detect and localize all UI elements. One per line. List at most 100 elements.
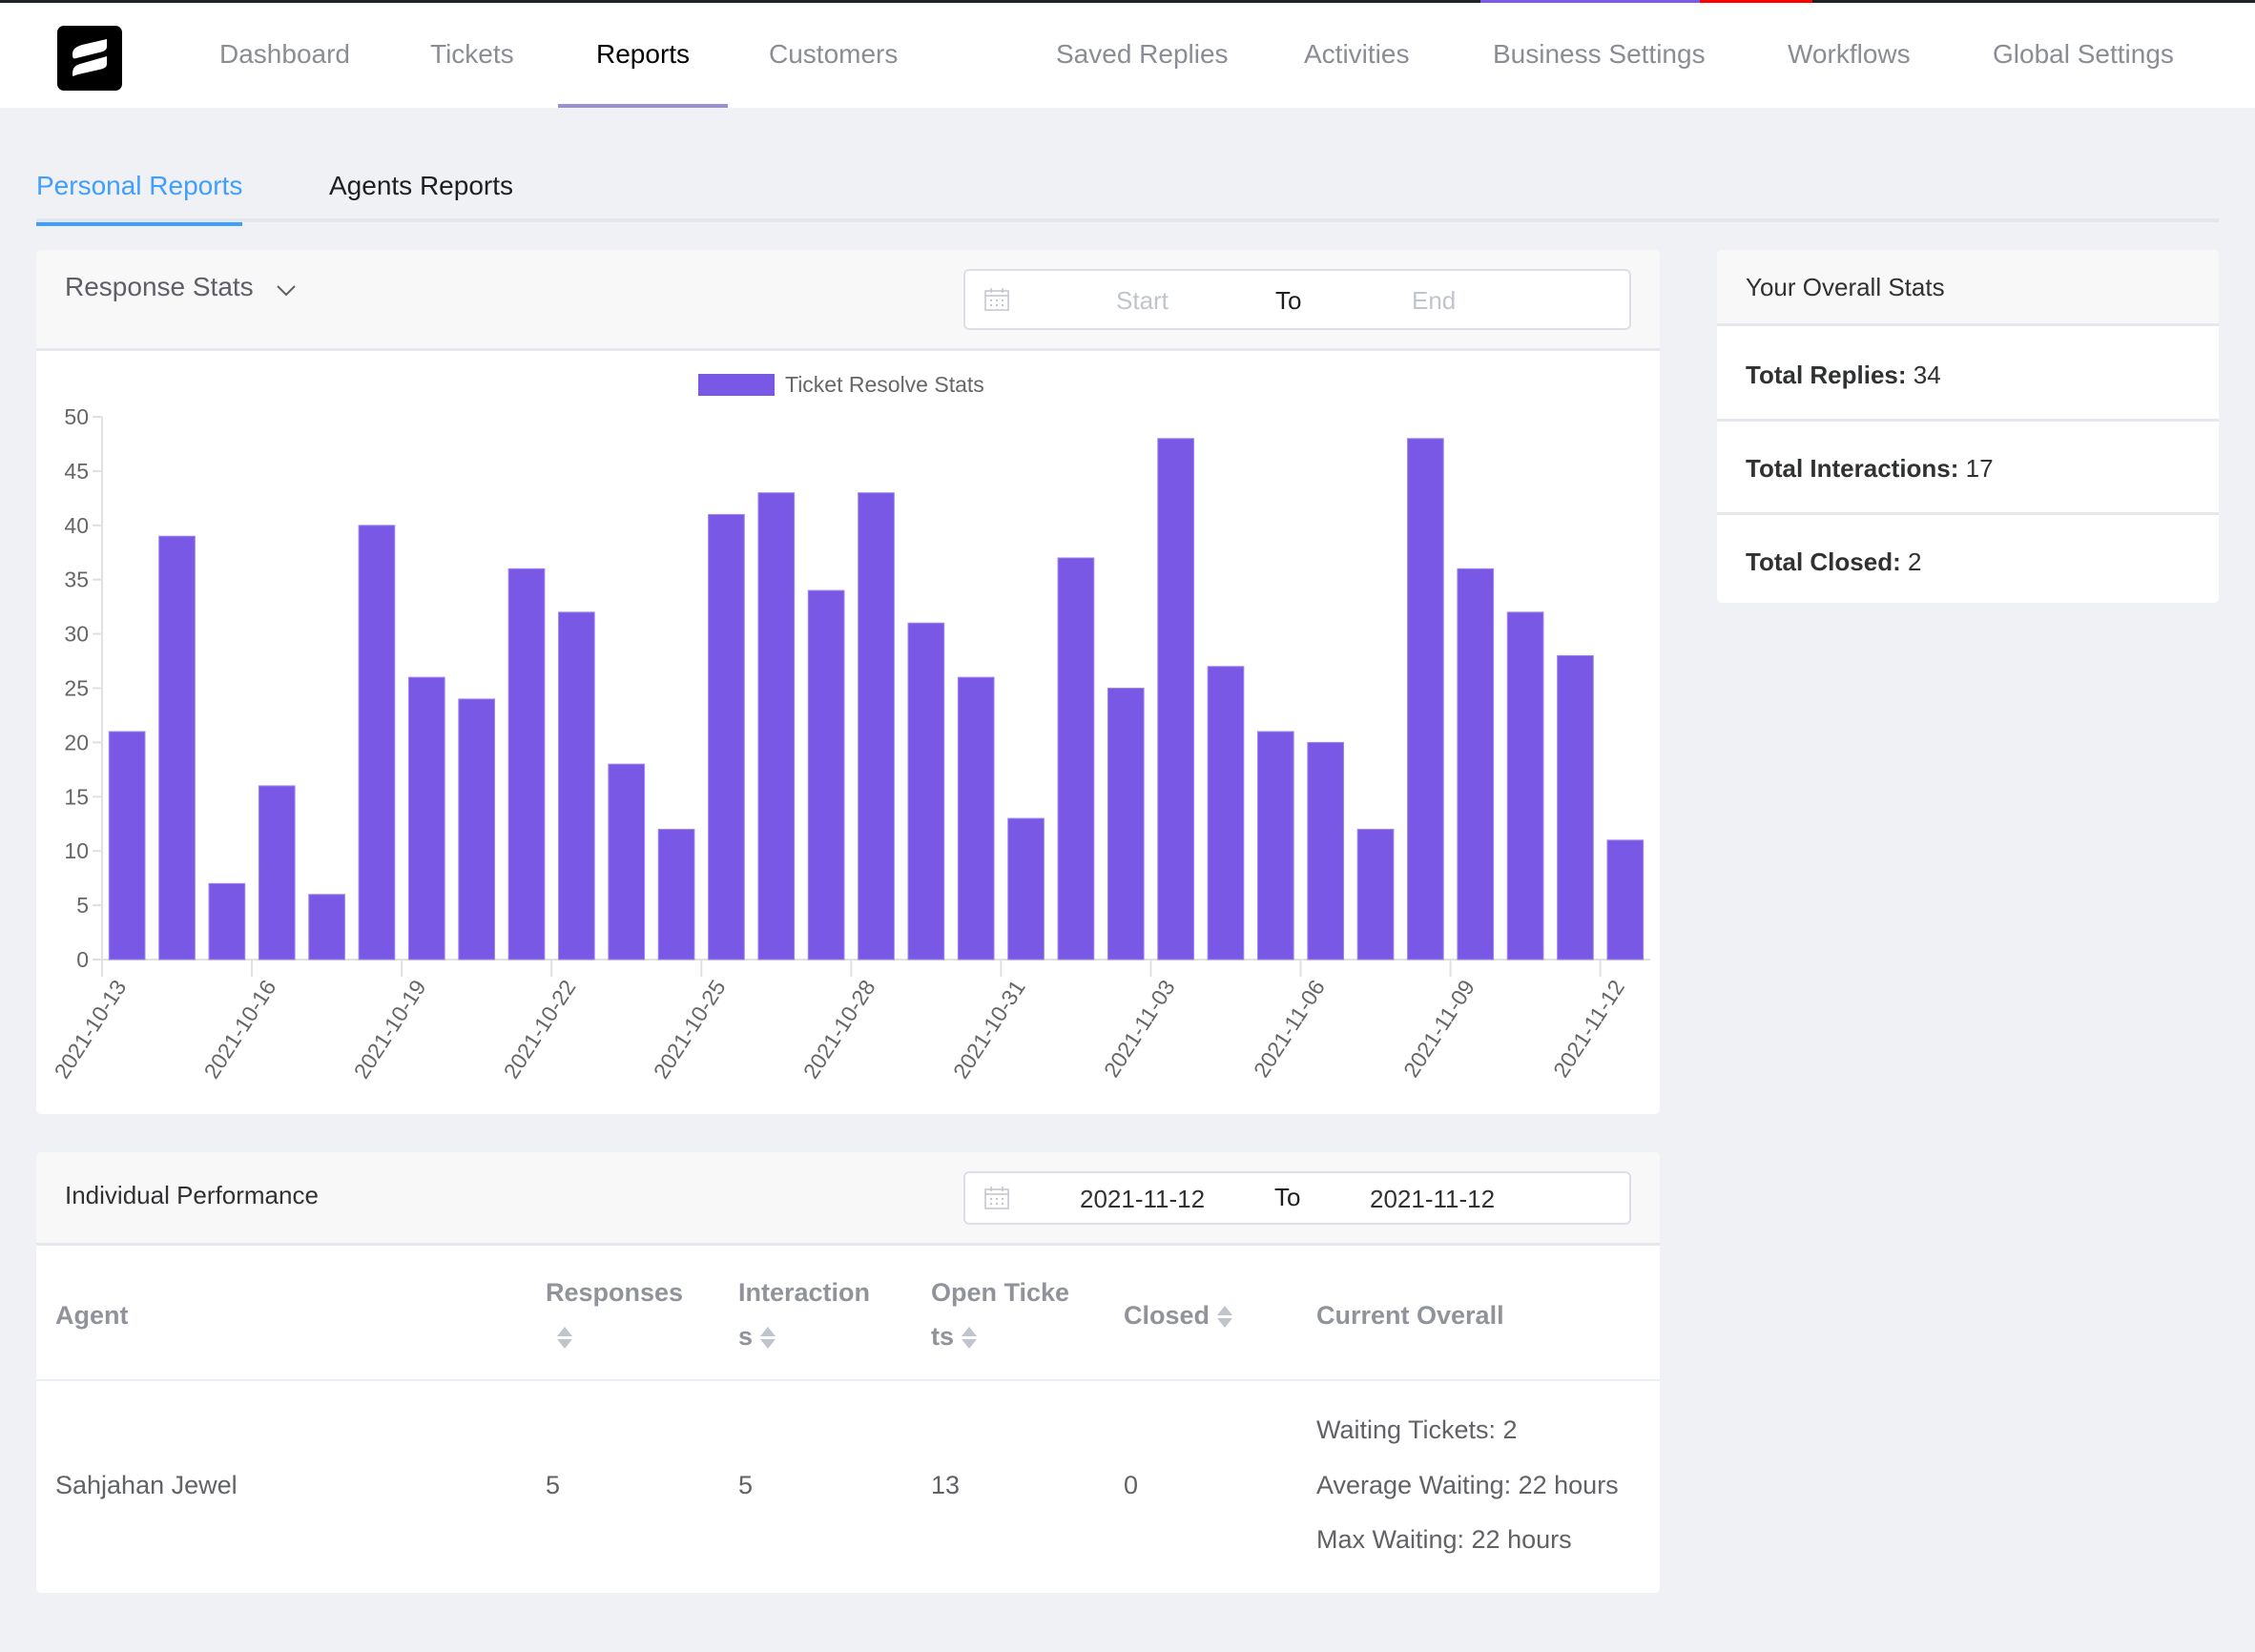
end-date-input[interactable]: End [1412,286,1456,316]
x-tick-label: 2021-10-31 [948,976,1030,1084]
bar [1307,741,1345,960]
tab-agents-reports[interactable]: Agents Reports [329,153,513,222]
column-header-closed[interactable]: Closed [1124,1293,1233,1337]
column-label: Agent [55,1301,129,1330]
stat-label: Total Interactions: [1746,454,1959,483]
cell-interactions: 5 [738,1471,754,1499]
stat-total-replies: Total Replies: 34 [1717,328,2219,422]
performance-date-range[interactable]: 2021-11-12 To 2021-11-12 [963,1171,1631,1225]
nav-global-settings[interactable]: Global Settings [1993,3,2174,108]
calendar-icon [984,1187,1009,1209]
y-tick-label: 40 [64,513,89,538]
response-stats-date-range[interactable]: Start To End [963,269,1631,330]
bar [907,622,945,960]
bar [507,568,546,960]
cell-max-waiting: Max Waiting: 22 hours [1316,1525,1572,1554]
column-label: Current Overall [1316,1301,1504,1330]
nav-customers[interactable]: Customers [769,3,898,108]
individual-performance-header: Individual Performance 2021-11-12 To 202… [36,1152,1660,1246]
bar [1506,611,1544,960]
cell-open-tickets: 13 [931,1471,961,1499]
sort-caret-icon[interactable] [557,1325,572,1352]
stat-total-closed: Total Closed: 2 [1717,515,2219,603]
bar [1007,817,1045,960]
y-tick-label: 30 [64,622,89,647]
start-date-input[interactable]: 2021-11-12 [1080,1185,1205,1214]
chevron-down-icon [276,252,297,326]
nav-dashboard[interactable]: Dashboard [219,3,350,108]
date-range-separator: To [1274,1183,1301,1211]
y-tick-label: 35 [64,568,89,592]
tab-personal-reports[interactable]: Personal Reports [36,153,243,226]
bar [1107,688,1145,960]
response-stats-card: Response Stats Ticket Resolve Stats 0 5 10 1… [36,250,1660,1114]
column-header-interactions[interactable]: Interaction s [738,1270,870,1358]
nav-activities[interactable]: Activities [1304,3,1409,108]
cell-average-waiting: Average Waiting: 22 hours [1316,1471,1619,1499]
legend-swatch [698,374,775,396]
nav-reports[interactable]: Reports [557,3,729,108]
column-header-current-overall: Current Overall [1316,1293,1504,1337]
nav-business-settings[interactable]: Business Settings [1493,3,1706,108]
overall-stats-card: Your Overall Stats Total Replies: 34 Tot… [1717,250,2219,603]
y-tick-label: 25 [64,676,89,701]
overall-stats-title: Your Overall Stats [1746,273,1945,301]
sort-caret-icon[interactable] [1217,1304,1233,1331]
end-date-input[interactable]: 2021-11-12 [1370,1185,1495,1214]
bar [1407,438,1444,960]
sort-caret-icon[interactable] [760,1325,776,1352]
bar [308,894,345,960]
bar [957,676,995,960]
bar [858,492,895,960]
bar [608,763,646,960]
stat-label: Total Replies: [1746,361,1907,389]
response-stats-dropdown[interactable]: Response Stats [65,250,297,326]
column-header-agent: Agent [55,1293,129,1337]
date-range-separator: To [1275,286,1302,315]
x-tick-label: 2021-10-22 [499,976,581,1084]
start-date-input[interactable]: Start [1116,286,1169,316]
bar [1356,828,1395,960]
column-header-open-tickets[interactable]: Open Ticke ts [931,1270,1069,1358]
x-tick-label: 2021-10-25 [649,976,731,1084]
x-tick-label: 2021-11-03 [1099,976,1180,1082]
nav-workflows[interactable]: Workflows [1788,3,1911,108]
report-tabs: Personal Reports Agents Reports [36,153,2219,226]
y-tick-label: 10 [64,838,89,863]
bar [258,785,296,960]
x-tick-label: 2021-10-19 [349,976,431,1084]
table-divider [36,1379,1660,1381]
x-tick-label: 2021-10-16 [199,976,281,1084]
stat-value: 34 [1913,361,1941,389]
stat-value: 2 [1907,547,1922,576]
individual-performance-title: Individual Performance [65,1181,319,1209]
y-tick-label: 15 [64,784,89,809]
column-label: Closed [1124,1301,1210,1330]
bar [1057,557,1095,960]
y-tick-label: 20 [64,730,89,754]
column-label: Responses [546,1278,684,1307]
bar [558,611,595,960]
app-logo-icon[interactable] [57,26,122,91]
column-header-responses[interactable]: Responses [546,1270,683,1358]
x-tick-label: 2021-10-13 [49,976,131,1084]
sort-caret-icon[interactable] [962,1325,978,1352]
bar [807,589,845,960]
cell-agent: Sahjahan Jewel [55,1471,238,1499]
bar [458,698,496,960]
bar [158,535,196,960]
nav-tickets[interactable]: Tickets [430,3,514,108]
calendar-icon [984,288,1009,311]
cell-waiting-tickets: Waiting Tickets: 2 [1316,1415,1518,1444]
legend-label: Ticket Resolve Stats [785,372,984,397]
column-label: Open Ticke [931,1278,1070,1307]
bar [1256,731,1294,960]
nav-saved-replies[interactable]: Saved Replies [1056,3,1229,108]
cell-responses: 5 [546,1471,561,1499]
bar [208,882,246,960]
x-tick-label: 2021-11-06 [1249,976,1330,1082]
bar [1557,654,1594,960]
bar [1457,568,1495,960]
bar [407,676,445,960]
top-navbar: Dashboard Tickets Reports Customers Save… [0,3,2255,108]
